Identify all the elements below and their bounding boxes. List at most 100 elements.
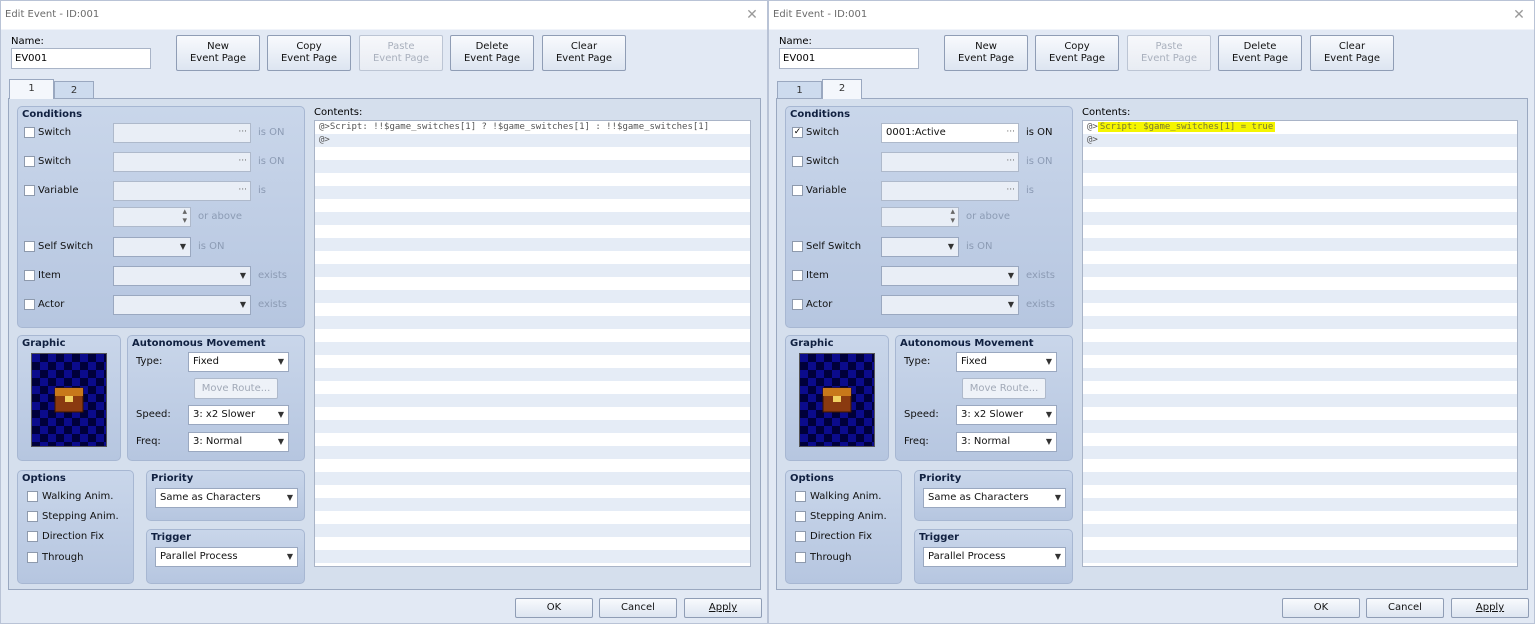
- self-switch-checkbox[interactable]: [24, 241, 35, 252]
- item-checkbox[interactable]: [792, 270, 803, 281]
- copy-event-page-button[interactable]: Copy Event Page: [267, 35, 351, 71]
- ok-button[interactable]: OK: [515, 598, 593, 618]
- walking-anim-checkbox[interactable]: [27, 491, 38, 502]
- switch1-field[interactable]: ···: [113, 123, 251, 143]
- through-checkbox[interactable]: [795, 552, 806, 563]
- command-prefix: @>: [319, 122, 330, 132]
- through-label: Through: [42, 552, 84, 563]
- switch1-suffix: is ON: [1026, 127, 1053, 138]
- command-line-1[interactable]: @>Script: !!$game_switches[1] ? !$game_s…: [319, 122, 709, 132]
- item-dropdown[interactable]: ▼: [881, 266, 1019, 286]
- actor-label: Actor: [38, 299, 65, 310]
- switch1-checkbox[interactable]: ✓: [792, 127, 803, 138]
- chevron-down-icon: ▼: [1054, 493, 1061, 502]
- priority-dropdown[interactable]: Same as Characters ▼: [923, 488, 1066, 508]
- actor-dropdown[interactable]: ▼: [113, 295, 251, 315]
- event-graphic-preview[interactable]: [799, 353, 875, 447]
- paste-event-page-button[interactable]: Paste Event Page: [1127, 35, 1211, 71]
- ellipsis-icon[interactable]: ···: [1006, 156, 1015, 166]
- variable-checkbox[interactable]: [24, 185, 35, 196]
- actor-checkbox[interactable]: [792, 299, 803, 310]
- priority-dropdown[interactable]: Same as Characters ▼: [155, 488, 298, 508]
- delete-event-page-button[interactable]: Delete Event Page: [1218, 35, 1302, 71]
- actor-suffix: exists: [1026, 299, 1056, 310]
- variable-field[interactable]: ···: [881, 181, 1019, 201]
- movement-type-dropdown[interactable]: Fixed ▼: [188, 352, 289, 372]
- walking-anim-label: Walking Anim.: [810, 491, 882, 502]
- cancel-button[interactable]: Cancel: [599, 598, 677, 618]
- ellipsis-icon[interactable]: ···: [238, 156, 247, 166]
- stepping-anim-checkbox[interactable]: [795, 511, 806, 522]
- close-icon[interactable]: ✕: [745, 1, 759, 29]
- ellipsis-icon[interactable]: ···: [238, 127, 247, 137]
- direction-fix-checkbox[interactable]: [27, 531, 38, 542]
- delete-event-page-button[interactable]: Delete Event Page: [450, 35, 534, 71]
- paste-event-page-button[interactable]: Paste Event Page: [359, 35, 443, 71]
- ok-button[interactable]: OK: [1282, 598, 1360, 618]
- switch2-field[interactable]: ···: [113, 152, 251, 172]
- self-switch-dropdown[interactable]: ▼: [881, 237, 959, 257]
- self-switch-checkbox[interactable]: [792, 241, 803, 252]
- event-graphic-preview[interactable]: [31, 353, 107, 447]
- spinner-arrows-icon[interactable]: ▴ ▾: [182, 208, 187, 226]
- switch2-field[interactable]: ···: [881, 152, 1019, 172]
- name-field[interactable]: EV001: [11, 48, 151, 69]
- tab-page-2[interactable]: 2: [54, 81, 94, 99]
- event-commands-list[interactable]: @>Script: !!$game_switches[1] ? !$game_s…: [314, 120, 751, 567]
- movement-freq-dropdown[interactable]: 3: Normal ▼: [188, 432, 289, 452]
- trigger-group: Trigger Parallel Process ▼: [146, 529, 305, 584]
- command-line-1[interactable]: @> Script: $game_switches[1] = true: [1087, 122, 1276, 132]
- command-line-2[interactable]: @>: [319, 135, 330, 145]
- movement-type-dropdown[interactable]: Fixed ▼: [956, 352, 1057, 372]
- through-checkbox[interactable]: [27, 552, 38, 563]
- switch2-checkbox[interactable]: [792, 156, 803, 167]
- movement-speed-dropdown[interactable]: 3: x2 Slower ▼: [956, 405, 1057, 425]
- spinner-arrows-icon[interactable]: ▴ ▾: [950, 208, 955, 226]
- direction-fix-checkbox[interactable]: [795, 531, 806, 542]
- name-field[interactable]: EV001: [779, 48, 919, 69]
- apply-button[interactable]: Apply: [1451, 598, 1529, 618]
- actor-checkbox[interactable]: [24, 299, 35, 310]
- close-icon[interactable]: ✕: [1512, 1, 1526, 29]
- new-event-page-button[interactable]: New Event Page: [176, 35, 260, 71]
- variable-value-spinner[interactable]: ▴ ▾: [881, 207, 959, 227]
- stepping-anim-checkbox[interactable]: [27, 511, 38, 522]
- apply-button[interactable]: Apply: [684, 598, 762, 618]
- movement-title: Autonomous Movement: [900, 338, 1034, 349]
- movement-freq-dropdown[interactable]: 3: Normal ▼: [956, 432, 1057, 452]
- movement-speed-dropdown[interactable]: 3: x2 Slower ▼: [188, 405, 289, 425]
- graphic-group: Graphic: [17, 335, 121, 461]
- switch2-suffix: is ON: [258, 156, 285, 167]
- self-switch-suffix: is ON: [966, 241, 993, 252]
- item-checkbox[interactable]: [24, 270, 35, 281]
- switch2-checkbox[interactable]: [24, 156, 35, 167]
- name-label: Name:: [11, 36, 44, 47]
- self-switch-dropdown[interactable]: ▼: [113, 237, 191, 257]
- move-route-button[interactable]: Move Route...: [962, 378, 1046, 399]
- cancel-button[interactable]: Cancel: [1366, 598, 1444, 618]
- item-dropdown[interactable]: ▼: [113, 266, 251, 286]
- ellipsis-icon[interactable]: ···: [1006, 127, 1015, 137]
- switch1-field[interactable]: 0001:Active ···: [881, 123, 1019, 143]
- command-line-2[interactable]: @>: [1087, 135, 1098, 145]
- walking-anim-checkbox[interactable]: [795, 491, 806, 502]
- variable-checkbox[interactable]: [792, 185, 803, 196]
- actor-dropdown[interactable]: ▼: [881, 295, 1019, 315]
- new-event-page-button[interactable]: New Event Page: [944, 35, 1028, 71]
- ellipsis-icon[interactable]: ···: [1006, 185, 1015, 195]
- tab-page-1[interactable]: 1: [777, 81, 822, 99]
- trigger-dropdown[interactable]: Parallel Process ▼: [923, 547, 1066, 567]
- clear-event-page-button[interactable]: Clear Event Page: [1310, 35, 1394, 71]
- copy-event-page-button[interactable]: Copy Event Page: [1035, 35, 1119, 71]
- variable-value-spinner[interactable]: ▴ ▾: [113, 207, 191, 227]
- switch1-checkbox[interactable]: [24, 127, 35, 138]
- move-route-button[interactable]: Move Route...: [194, 378, 278, 399]
- ellipsis-icon[interactable]: ···: [238, 185, 247, 195]
- tab-page-2[interactable]: 2: [822, 79, 862, 99]
- trigger-dropdown[interactable]: Parallel Process ▼: [155, 547, 298, 567]
- variable-field[interactable]: ···: [113, 181, 251, 201]
- event-commands-list[interactable]: @> Script: $game_switches[1] = true @>: [1082, 120, 1518, 567]
- chevron-down-icon: ▼: [1007, 271, 1014, 280]
- clear-event-page-button[interactable]: Clear Event Page: [542, 35, 626, 71]
- tab-page-1[interactable]: 1: [9, 79, 54, 99]
